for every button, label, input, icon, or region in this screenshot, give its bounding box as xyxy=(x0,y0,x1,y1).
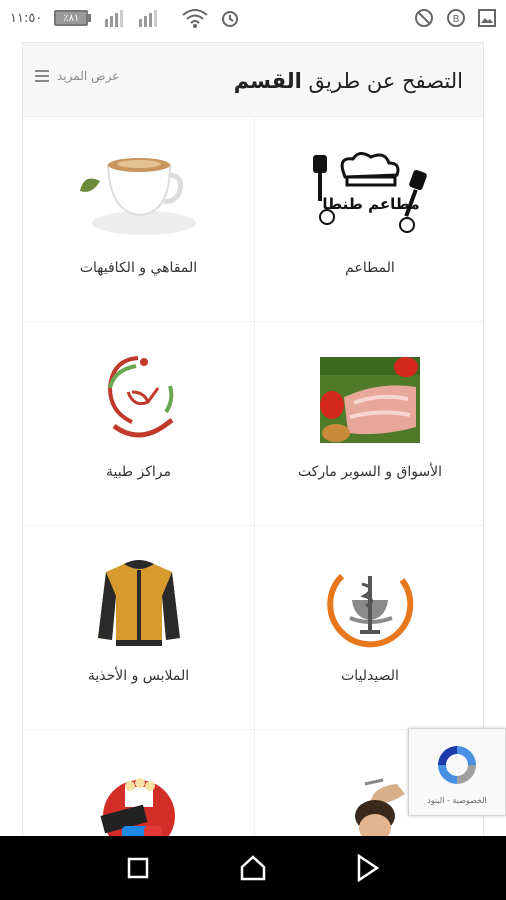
location-off-icon xyxy=(415,9,433,27)
category-label: مراكز طبية xyxy=(105,464,172,480)
coffee-cup-icon xyxy=(74,146,204,246)
navigation-bar xyxy=(0,836,506,900)
cinema-popcorn-icon xyxy=(74,764,204,841)
category-cafes[interactable]: المقاهي و الكافيهات xyxy=(23,118,254,322)
back-button[interactable] xyxy=(346,846,390,890)
b-notification-icon: B xyxy=(447,9,465,27)
stethoscope-hand-icon xyxy=(74,350,204,450)
back-icon xyxy=(358,854,380,882)
category-entertainment[interactable] xyxy=(23,730,254,841)
section-title: التصفح عن طريق القسم xyxy=(233,69,463,93)
pharmacy-symbol-icon xyxy=(305,554,435,654)
signal-icon-2 xyxy=(139,10,158,27)
recaptcha-links[interactable]: الخصوصية - البنود xyxy=(427,796,487,805)
home-button[interactable] xyxy=(231,846,275,890)
recents-button[interactable] xyxy=(116,846,160,890)
jacket-icon xyxy=(74,554,204,654)
clock: ١١:٥٠ xyxy=(10,10,43,26)
home-icon xyxy=(240,855,266,881)
panel-header: التصفح عن طريق القسم عرض المزيد xyxy=(23,43,483,117)
category-label: الصيدليات xyxy=(341,668,399,684)
svg-text:B: B xyxy=(453,14,460,25)
category-medical[interactable]: مراكز طبية xyxy=(23,322,254,526)
signal-icon xyxy=(105,10,124,27)
square-icon xyxy=(127,857,148,879)
category-label: الملابس و الأحذية xyxy=(87,668,190,684)
alarm-icon xyxy=(222,11,238,27)
category-pharmacies[interactable]: الصيدليات xyxy=(254,526,483,730)
wifi-icon xyxy=(182,9,208,28)
category-label: المطاعم xyxy=(345,260,395,276)
restaurants-logo-icon: مطاعم طنطا xyxy=(305,146,435,246)
category-label: الأسواق و السوبر ماركت xyxy=(297,464,443,480)
category-markets[interactable]: الأسواق و السوبر ماركت xyxy=(254,322,483,526)
recaptcha-icon xyxy=(438,745,476,784)
meat-vegetables-icon xyxy=(305,350,435,450)
battery-icon: ٪٨١ xyxy=(54,10,92,26)
restaurant-logo-text: مطاعم طنطا xyxy=(322,195,419,213)
view-more-link[interactable]: عرض المزيد xyxy=(35,69,119,83)
status-bar: ١١:٥٠ ٪٨١ B xyxy=(0,0,506,36)
category-clothing[interactable]: الملابس و الأحذية xyxy=(23,526,254,730)
category-restaurants[interactable]: مطاعم طنطا المطاعم xyxy=(254,118,483,322)
categories-panel: التصفح عن طريق القسم عرض المزيد المقاهي … xyxy=(22,42,484,842)
list-icon xyxy=(35,70,49,82)
recaptcha-badge[interactable]: الخصوصية - البنود xyxy=(408,728,506,816)
category-label: المقاهي و الكافيهات xyxy=(79,260,198,276)
image-icon xyxy=(478,9,496,27)
